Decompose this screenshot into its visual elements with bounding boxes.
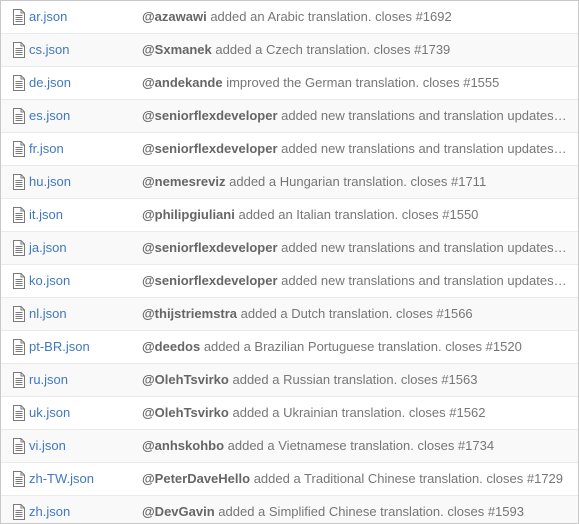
file-text-icon [13,372,25,388]
commit-message-link[interactable]: @PeterDaveHello added a Traditional Chin… [142,463,570,495]
commit-message-text: added a Ukrainian translation. closes #1… [232,405,486,420]
commit-message-text: added new translations and translation u… [281,240,570,255]
file-row: de.json @andekande improved the German t… [1,67,578,100]
file-text-icon [13,504,25,520]
file-text-icon [13,405,25,421]
file-name-link[interactable]: ko.json [29,265,70,297]
file-name-link[interactable]: ar.json [29,1,67,33]
commit-author[interactable]: @seniorflexdeveloper [142,273,278,288]
commit-message-text: added new translations and translation u… [281,141,570,156]
file-text-icon [13,471,25,487]
commit-author[interactable]: @nemesreviz [142,174,226,189]
commit-message-text: added a Dutch translation. closes #1566 [240,306,473,321]
file-name-link[interactable]: uk.json [29,397,70,429]
file-text-icon [13,141,25,157]
file-text-icon [13,75,25,91]
commit-author[interactable]: @seniorflexdeveloper [142,141,278,156]
file-name-link[interactable]: it.json [29,199,63,231]
file-text-icon [13,9,25,25]
commit-message-link[interactable]: @DevGavin added a Simplified Chinese tra… [142,496,570,523]
file-text-icon [13,42,25,58]
commit-message-link[interactable]: @andekande improved the German translati… [142,67,570,99]
commit-message-text: improved the German translation. closes … [226,75,500,90]
file-row: uk.json @OlehTsvirko added a Ukrainian t… [1,397,578,430]
file-row: cs.json @Sxmanek added a Czech translati… [1,34,578,67]
file-name-link[interactable]: zh-TW.json [29,463,94,495]
file-name-link[interactable]: ru.json [29,364,68,396]
file-row: vi.json @anhskohbo added a Vietnamese tr… [1,430,578,463]
commit-message-link[interactable]: @azawawi added an Arabic translation. cl… [142,1,570,33]
file-row: pt-BR.json @deedos added a Brazilian Por… [1,331,578,364]
file-name-link[interactable]: fr.json [29,133,64,165]
file-row: hu.json @nemesreviz added a Hungarian tr… [1,166,578,199]
commit-message-link[interactable]: @seniorflexdeveloper added new translati… [142,133,570,165]
file-row: ar.json @azawawi added an Arabic transla… [1,1,578,34]
commit-message-link[interactable]: @deedos added a Brazilian Portuguese tra… [142,331,570,363]
file-row: es.json @seniorflexdeveloper added new t… [1,100,578,133]
file-row: zh.json @DevGavin added a Simplified Chi… [1,496,578,523]
file-row: ko.json @seniorflexdeveloper added new t… [1,265,578,298]
commit-author[interactable]: @deedos [142,339,200,354]
commit-message-text: added a Russian translation. closes #156… [232,372,478,387]
commit-author[interactable]: @azawawi [142,9,207,24]
commit-message-link[interactable]: @OlehTsvirko added a Russian translation… [142,364,570,396]
commit-author[interactable]: @OlehTsvirko [142,405,229,420]
commit-author[interactable]: @andekande [142,75,223,90]
commit-author[interactable]: @seniorflexdeveloper [142,108,278,123]
file-text-icon [13,174,25,190]
commit-message-link[interactable]: @seniorflexdeveloper added new translati… [142,100,570,132]
file-text-icon [13,108,25,124]
file-text-icon [13,240,25,256]
commit-message-text: added an Italian translation. closes #15… [238,207,479,222]
file-row: nl.json @thijstriemstra added a Dutch tr… [1,298,578,331]
file-name-link[interactable]: zh.json [29,496,70,523]
file-list: ar.json @azawawi added an Arabic transla… [0,0,579,524]
file-name-link[interactable]: es.json [29,100,70,132]
file-name-link[interactable]: pt-BR.json [29,331,90,363]
commit-message-text: added an Arabic translation. closes #169… [210,9,452,24]
commit-author[interactable]: @Sxmanek [142,42,212,57]
commit-message-link[interactable]: @Sxmanek added a Czech translation. clos… [142,34,570,66]
commit-message-text: added new translations and translation u… [281,273,570,288]
commit-author[interactable]: @OlehTsvirko [142,372,229,387]
commit-message-text: added a Vietnamese translation. closes #… [227,438,495,453]
file-text-icon [13,339,25,355]
commit-message-link[interactable]: @seniorflexdeveloper added new translati… [142,265,570,297]
commit-message-text: added a Brazilian Portuguese translation… [203,339,522,354]
file-name-link[interactable]: cs.json [29,34,69,66]
commit-author[interactable]: @thijstriemstra [142,306,237,321]
file-name-link[interactable]: nl.json [29,298,67,330]
commit-author[interactable]: @DevGavin [142,504,215,519]
commit-author[interactable]: @philipgiuliani [142,207,235,222]
commit-message-link[interactable]: @anhskohbo added a Vietnamese translatio… [142,430,570,462]
commit-message-text: added a Simplified Chinese translation. … [218,504,524,519]
commit-message-text: added a Czech translation. closes #1739 [215,42,451,57]
file-text-icon [13,273,25,289]
file-name-link[interactable]: de.json [29,67,71,99]
commit-message-text: added new translations and translation u… [281,108,570,123]
file-row: it.json @philipgiuliani added an Italian… [1,199,578,232]
commit-message-text: added a Traditional Chinese translation.… [253,471,564,486]
file-text-icon [13,207,25,223]
commit-message-link[interactable]: @thijstriemstra added a Dutch translatio… [142,298,570,330]
file-name-link[interactable]: ja.json [29,232,67,264]
commit-author[interactable]: @PeterDaveHello [142,471,250,486]
commit-message-text: added a Hungarian translation. closes #1… [229,174,487,189]
file-row: ja.json @seniorflexdeveloper added new t… [1,232,578,265]
commit-message-link[interactable]: @philipgiuliani added an Italian transla… [142,199,570,231]
file-text-icon [13,306,25,322]
file-row: ru.json @OlehTsvirko added a Russian tra… [1,364,578,397]
file-row: zh-TW.json @PeterDaveHello added a Tradi… [1,463,578,496]
commit-message-link[interactable]: @nemesreviz added a Hungarian translatio… [142,166,570,198]
file-text-icon [13,438,25,454]
commit-author[interactable]: @seniorflexdeveloper [142,240,278,255]
commit-message-link[interactable]: @OlehTsvirko added a Ukrainian translati… [142,397,570,429]
file-name-link[interactable]: vi.json [29,430,66,462]
commit-message-link[interactable]: @seniorflexdeveloper added new translati… [142,232,570,264]
commit-author[interactable]: @anhskohbo [142,438,224,453]
file-name-link[interactable]: hu.json [29,166,71,198]
file-row: fr.json @seniorflexdeveloper added new t… [1,133,578,166]
